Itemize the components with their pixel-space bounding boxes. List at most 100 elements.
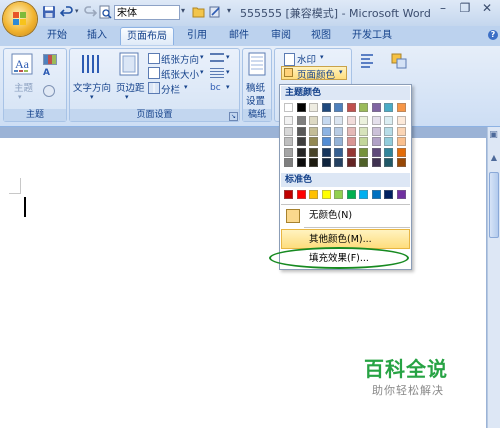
standard-color-swatch[interactable] [371,190,381,199]
watermark-dropdown-icon[interactable]: ▾ [320,53,324,61]
standard-color-swatch[interactable] [396,190,406,199]
theme-color-swatch[interactable] [346,103,356,112]
manuscript-setup-label-line2[interactable]: 设置 [246,93,265,107]
theme-color-swatch[interactable] [296,103,306,112]
columns-dropdown-icon[interactable]: ▾ [184,83,188,91]
theme-color-swatch[interactable] [284,158,293,167]
theme-fonts-icon[interactable]: A [43,68,55,78]
theme-color-swatch[interactable] [309,137,318,146]
tab-references[interactable]: 引用 [182,27,212,45]
theme-color-swatch[interactable] [296,126,306,136]
no-color-option[interactable]: 无颜色(N) [281,206,410,226]
standard-color-swatch[interactable] [284,190,293,199]
columns-button[interactable]: 分栏 [161,82,180,96]
theme-color-swatch[interactable] [334,158,343,167]
text-direction-dropdown-icon[interactable]: ▾ [90,93,94,101]
margins-icon[interactable] [118,52,140,76]
theme-color-swatch[interactable] [309,116,318,125]
orientation-button[interactable]: 纸张方向 [161,52,199,66]
theme-color-swatch[interactable] [384,116,393,125]
tab-mailings[interactable]: 邮件 [224,27,254,45]
orientation-dropdown-icon[interactable]: ▾ [200,53,204,61]
theme-color-swatch[interactable] [284,137,293,146]
undo-icon[interactable] [60,5,74,19]
theme-color-swatch[interactable] [309,158,318,167]
watermark-button[interactable]: 水印 [297,52,316,66]
text-direction-label[interactable]: 文字方向 [73,80,111,94]
theme-color-swatch[interactable] [371,116,381,125]
font-name-box[interactable]: 宋体 [114,5,180,20]
theme-color-swatch[interactable] [284,126,293,136]
theme-color-swatch[interactable] [396,103,406,112]
theme-color-swatch[interactable] [359,116,368,125]
restore-button[interactable]: ❐ [454,1,476,17]
theme-color-swatch[interactable] [359,103,368,112]
theme-color-swatch[interactable] [321,147,331,157]
theme-color-swatch[interactable] [396,126,406,136]
theme-color-swatch[interactable] [321,116,331,125]
paragraph-icon[interactable] [358,52,376,70]
theme-color-swatch[interactable] [371,103,381,112]
scroll-up-icon[interactable]: ▲ [489,152,499,164]
scrollbar-thumb[interactable] [489,172,499,238]
theme-color-swatch[interactable] [396,158,406,167]
edit-icon[interactable] [208,5,222,19]
theme-color-swatch[interactable] [321,158,331,167]
minimize-button[interactable]: – [432,1,454,17]
text-direction-icon[interactable] [78,52,102,76]
office-button[interactable] [3,2,37,36]
tab-view[interactable]: 视图 [306,27,336,45]
tab-review[interactable]: 审阅 [266,27,296,45]
standard-color-swatch[interactable] [334,190,343,199]
tab-developer[interactable]: 开发工具 [348,27,396,45]
breaks-dropdown-icon[interactable]: ▾ [226,53,230,61]
standard-color-swatch[interactable] [384,190,393,199]
hyphenation-dropdown-icon[interactable]: ▾ [226,83,230,91]
theme-color-swatch[interactable] [296,137,306,146]
more-colors-option[interactable]: 其他颜色(M)... [281,229,410,249]
theme-color-swatch[interactable] [384,103,393,112]
theme-color-swatch[interactable] [346,116,356,125]
standard-color-swatch[interactable] [309,190,318,199]
theme-color-swatch[interactable] [334,116,343,125]
margins-label[interactable]: 页边距 [116,80,145,94]
theme-color-swatch[interactable] [396,137,406,146]
theme-color-swatch[interactable] [384,158,393,167]
customize-toolbar-icon[interactable]: ▾ [227,6,231,15]
breaks-icon[interactable] [210,53,224,62]
standard-color-swatch[interactable] [296,190,306,199]
theme-color-swatch[interactable] [384,137,393,146]
standard-color-swatch[interactable] [321,190,331,199]
page-setup-launcher-icon[interactable]: ↘ [229,112,238,121]
theme-color-swatch[interactable] [334,137,343,146]
theme-color-swatch[interactable] [309,103,318,112]
theme-color-swatch[interactable] [296,116,306,125]
theme-color-swatch[interactable] [384,147,393,157]
theme-color-swatch[interactable] [346,147,356,157]
theme-color-swatch[interactable] [334,103,343,112]
tab-insert[interactable]: 插入 [82,27,112,45]
manuscript-setup-label-line1[interactable]: 稿纸 [246,80,265,94]
print-preview-icon[interactable] [98,5,112,19]
arrange-icon[interactable] [390,52,408,70]
close-button[interactable]: ✕ [476,1,498,17]
theme-color-swatch[interactable] [296,158,306,167]
theme-color-swatch[interactable] [346,126,356,136]
undo-dropdown-icon[interactable]: ▾ [75,7,79,15]
theme-color-swatch[interactable] [284,116,293,125]
theme-color-swatch[interactable] [359,137,368,146]
theme-color-swatch[interactable] [284,103,293,112]
theme-color-swatch[interactable] [359,126,368,136]
font-dropdown-icon[interactable]: ▾ [181,6,185,15]
theme-color-swatch[interactable] [346,158,356,167]
theme-color-swatch[interactable] [384,126,393,136]
theme-color-swatch[interactable] [309,126,318,136]
theme-color-swatch[interactable] [396,116,406,125]
standard-color-swatch[interactable] [359,190,368,199]
theme-color-swatch[interactable] [321,137,331,146]
tab-page-layout[interactable]: 页面布局 [120,27,174,45]
theme-color-swatch[interactable] [371,126,381,136]
theme-color-swatch[interactable] [346,137,356,146]
page-size-button[interactable]: 纸张大小 [161,67,199,81]
theme-colors-icon[interactable] [43,54,57,65]
